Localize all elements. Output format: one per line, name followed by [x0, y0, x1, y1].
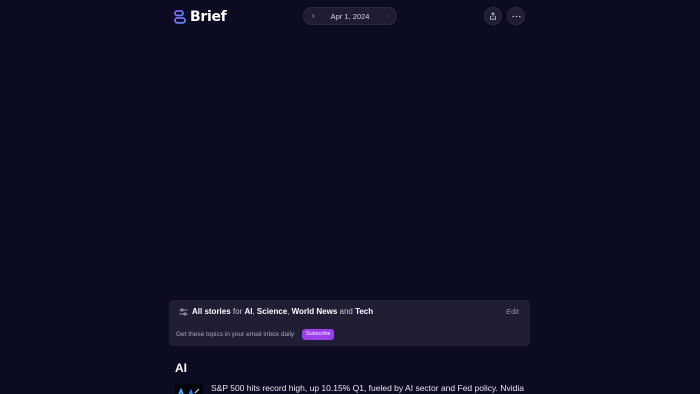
date-navigator: ‹ Apr 1, 2024 › — [303, 7, 397, 25]
sliders-icon — [179, 308, 188, 316]
current-date: Apr 1, 2024 — [330, 11, 370, 21]
topic-science: Science — [256, 307, 288, 316]
brand-logo[interactable]: Brief — [174, 8, 227, 25]
share-button[interactable] — [484, 7, 502, 25]
more-options-button[interactable] — [507, 7, 525, 25]
topics-card: All stories for AI, Science, World News … — [169, 300, 530, 346]
topics-lead: All stories — [192, 307, 231, 316]
logo-mark-icon — [174, 9, 186, 24]
section-title: AI — [175, 361, 187, 375]
topic-tech: Tech — [355, 307, 374, 316]
more-horizontal-icon — [511, 15, 521, 17]
chevron-left-icon[interactable]: ‹ — [312, 7, 315, 25]
topics-and: and — [337, 307, 356, 316]
subscribe-button[interactable]: Subscribe — [302, 329, 335, 340]
story-item[interactable]: S&P 500 hits record high, up 10.15% Q1, … — [175, 382, 530, 394]
topics-summary: All stories for AI, Science, World News … — [192, 307, 373, 316]
share-icon — [490, 12, 496, 20]
topics-for: for — [230, 307, 245, 316]
inbox-prompt: Get these topics in your email inbox dai… — [176, 331, 295, 338]
story-headline: S&P 500 hits record high, up 10.15% Q1, … — [211, 383, 524, 393]
brand-name: Brief — [190, 8, 227, 25]
chevron-right-icon[interactable]: › — [385, 7, 388, 25]
page: Brief ‹ Apr 1, 2024 › All stories for AI… — [0, 0, 700, 394]
story-thumbnail[interactable] — [175, 384, 203, 394]
edit-topics-link[interactable]: Edit — [506, 307, 519, 316]
topic-world-news: World News — [291, 307, 338, 316]
